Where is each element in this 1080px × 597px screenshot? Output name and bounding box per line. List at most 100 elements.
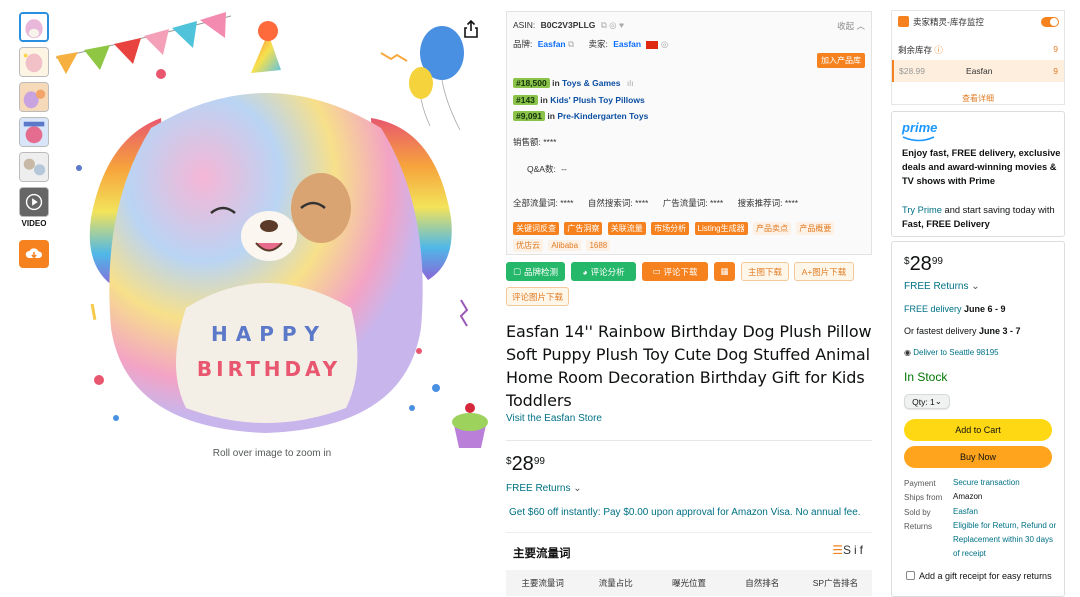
prime-logo: prime	[902, 120, 938, 135]
add-to-library-button[interactable]: 加入产品库	[817, 53, 865, 68]
plush-thumbnail-image	[21, 14, 47, 40]
nose	[260, 220, 278, 232]
chip-market-analysis[interactable]: 市场分析	[651, 222, 690, 235]
chevron-down-icon: ⌄	[570, 483, 582, 494]
review-analysis-button[interactable]: ◕ 评论分析	[571, 262, 636, 281]
review-download-button[interactable]: ▭ 评论下载	[642, 262, 708, 281]
chip-selling-points[interactable]: 产品卖点	[753, 222, 791, 235]
payment-label: Payment	[904, 479, 936, 488]
try-prime-link[interactable]: Try Prime	[902, 205, 942, 215]
chevron-up-icon: ︿	[854, 21, 865, 31]
deliver-to-link[interactable]: ◉ Deliver to Seattle 98195	[904, 348, 999, 357]
play-icon	[20, 188, 48, 216]
cloud-download-icon	[25, 248, 43, 259]
external-link-icon[interactable]: ⧉	[568, 39, 574, 49]
column-header[interactable]: 主要流量词	[506, 577, 579, 589]
brand-link[interactable]: Easfan	[538, 39, 566, 49]
bunting-flag	[144, 29, 169, 55]
thumbnail-5[interactable]	[19, 152, 49, 182]
square-icon: ▢	[512, 266, 521, 276]
brand-check-button[interactable]: ▢ 品牌检测	[506, 262, 565, 281]
sif-logo: ☰Sif	[832, 543, 866, 557]
chevron-down-icon: ⌄	[968, 281, 980, 292]
stock-status: In Stock	[904, 370, 948, 384]
help-icon[interactable]: ⓘ	[932, 45, 943, 55]
add-to-cart-button[interactable]: Add to Cart	[904, 419, 1052, 441]
cupcake-decoration	[452, 403, 488, 448]
ships-from-value: Amazon	[953, 492, 983, 501]
chip-keyword-reverse[interactable]: 关键词反查	[513, 222, 559, 235]
thumbnail-2[interactable]	[19, 47, 49, 77]
sold-by-label: Sold by	[904, 508, 931, 517]
chip-1688[interactable]: 1688	[586, 240, 611, 251]
monitor-toggle[interactable]	[1041, 17, 1059, 27]
copy-icon[interactable]: ⧉ ◎ ♥	[601, 20, 624, 30]
thumbnail-3[interactable]	[19, 82, 49, 112]
returns-label: Returns	[904, 522, 933, 531]
column-header[interactable]: 曝光位置	[652, 577, 725, 589]
plush-thumbnail-image	[20, 153, 48, 181]
view-details-link[interactable]: 查看详细	[892, 93, 1064, 104]
aplus-download-button[interactable]: A+图片下载	[794, 262, 854, 281]
sold-by-value[interactable]: Easfan	[953, 505, 1058, 519]
thumbnail-1[interactable]	[19, 12, 49, 42]
visa-offer[interactable]: Get $60 off instantly: Pay $0.00 upon ap…	[509, 507, 861, 518]
rank-category-link[interactable]: Pre-Kindergarten Toys	[557, 111, 648, 121]
chip-alibaba[interactable]: Alibaba	[548, 240, 582, 251]
share-icon[interactable]	[463, 20, 479, 38]
remaining-stock-value: 9	[1053, 44, 1058, 54]
asin-value[interactable]: B0C2V3PLLG	[541, 20, 596, 30]
yellow-balloon	[409, 67, 433, 99]
chip-youdianyun[interactable]: 优店云	[513, 239, 543, 252]
calculator-button[interactable]: ▦	[714, 262, 735, 281]
location-pin-icon: ◉	[904, 348, 911, 357]
product-title: Easfan 14'' Rainbow Birthday Dog Plush P…	[506, 322, 872, 410]
prime-pitch: Enjoy fast, FREE delivery, exclusive dea…	[902, 148, 1061, 187]
menu-lines-icon: ☰	[832, 543, 843, 557]
prime-try-text: Try Prime and start saving today with Fa…	[902, 205, 1055, 230]
column-header[interactable]: 自然排名	[726, 577, 799, 589]
bunting-flag	[84, 45, 110, 70]
rank-row-2: #143 in Kids' Plush Toy Pillows	[513, 95, 645, 105]
download-images-button[interactable]	[19, 240, 49, 268]
collapse-toggle[interactable]: 收起 ︿	[837, 20, 865, 32]
thumbnail-video[interactable]	[19, 187, 49, 217]
chip-listing-generator[interactable]: Listing生成器	[694, 222, 748, 235]
monitor-title: 卖家精灵-库存监控	[913, 17, 984, 27]
buy-now-button[interactable]: Buy Now	[904, 446, 1052, 468]
comment-icon: ▭	[652, 266, 661, 276]
chip-product-summary[interactable]: 产品概要	[796, 222, 835, 235]
chip-ad-insight[interactable]: 广告洞察	[564, 222, 603, 235]
plush-thumbnail-image	[20, 48, 48, 76]
rank-category-link[interactable]: Kids' Plush Toy Pillows	[550, 95, 644, 105]
review-image-download-button[interactable]: 评论图片下载	[506, 287, 569, 306]
gift-receipt-checkbox[interactable]	[906, 571, 915, 580]
main-product-image[interactable]: HAPPY BIRTHDAY	[56, 8, 496, 448]
payment-value[interactable]: Secure transaction	[953, 476, 1058, 490]
column-header[interactable]: 流量占比	[579, 577, 652, 589]
keyword-table: 主要流量词 ☰Sif 主要流量词 流量占比 曝光位置 自然排名 SP广告排名	[506, 532, 872, 597]
keyword-table-title: 主要流量词	[513, 548, 571, 560]
buybox-free-returns[interactable]: FREE Returns ⌄	[904, 281, 980, 292]
fastest-delivery-line: Or fastest delivery June 3 - 7	[904, 326, 1021, 336]
free-delivery-link[interactable]: FREE delivery	[904, 304, 962, 314]
bunting-flag	[114, 38, 141, 64]
quantity-select[interactable]: Qty: 1 ⌄	[904, 394, 950, 409]
eye-patch	[291, 173, 351, 243]
seller-link[interactable]: Easfan	[613, 39, 641, 49]
plush-thumbnail-image	[20, 118, 48, 146]
free-returns-link[interactable]: FREE Returns ⌄	[506, 483, 582, 494]
main-image-download-button[interactable]: 主图下载	[741, 262, 789, 281]
returns-value[interactable]: Eligible for Return, Refund or Replaceme…	[953, 519, 1058, 561]
rank-category-link[interactable]: Toys & Games	[562, 78, 620, 88]
bar-chart-icon[interactable]: ılı	[627, 78, 634, 88]
thumbnail-4[interactable]	[19, 117, 49, 147]
gift-receipt-label[interactable]: Add a gift receipt for easy returns	[919, 569, 1059, 583]
prime-smile-icon	[902, 136, 935, 142]
inventory-monitor: 卖家精灵-库存监控 剩余库存 ⓘ 9 $28.99 Easfan 9 查看详细	[891, 10, 1065, 105]
china-flag-icon	[646, 40, 659, 49]
column-header[interactable]: SP广告排名	[799, 577, 872, 589]
seller-plugin-panel: ASIN: B0C2V3PLLG ⧉ ◎ ♥ 收起 ︿ 品牌: Easfan ⧉…	[506, 11, 872, 255]
chip-related-traffic[interactable]: 关联流量	[607, 222, 646, 235]
store-link[interactable]: Visit the Easfan Store	[506, 413, 602, 424]
